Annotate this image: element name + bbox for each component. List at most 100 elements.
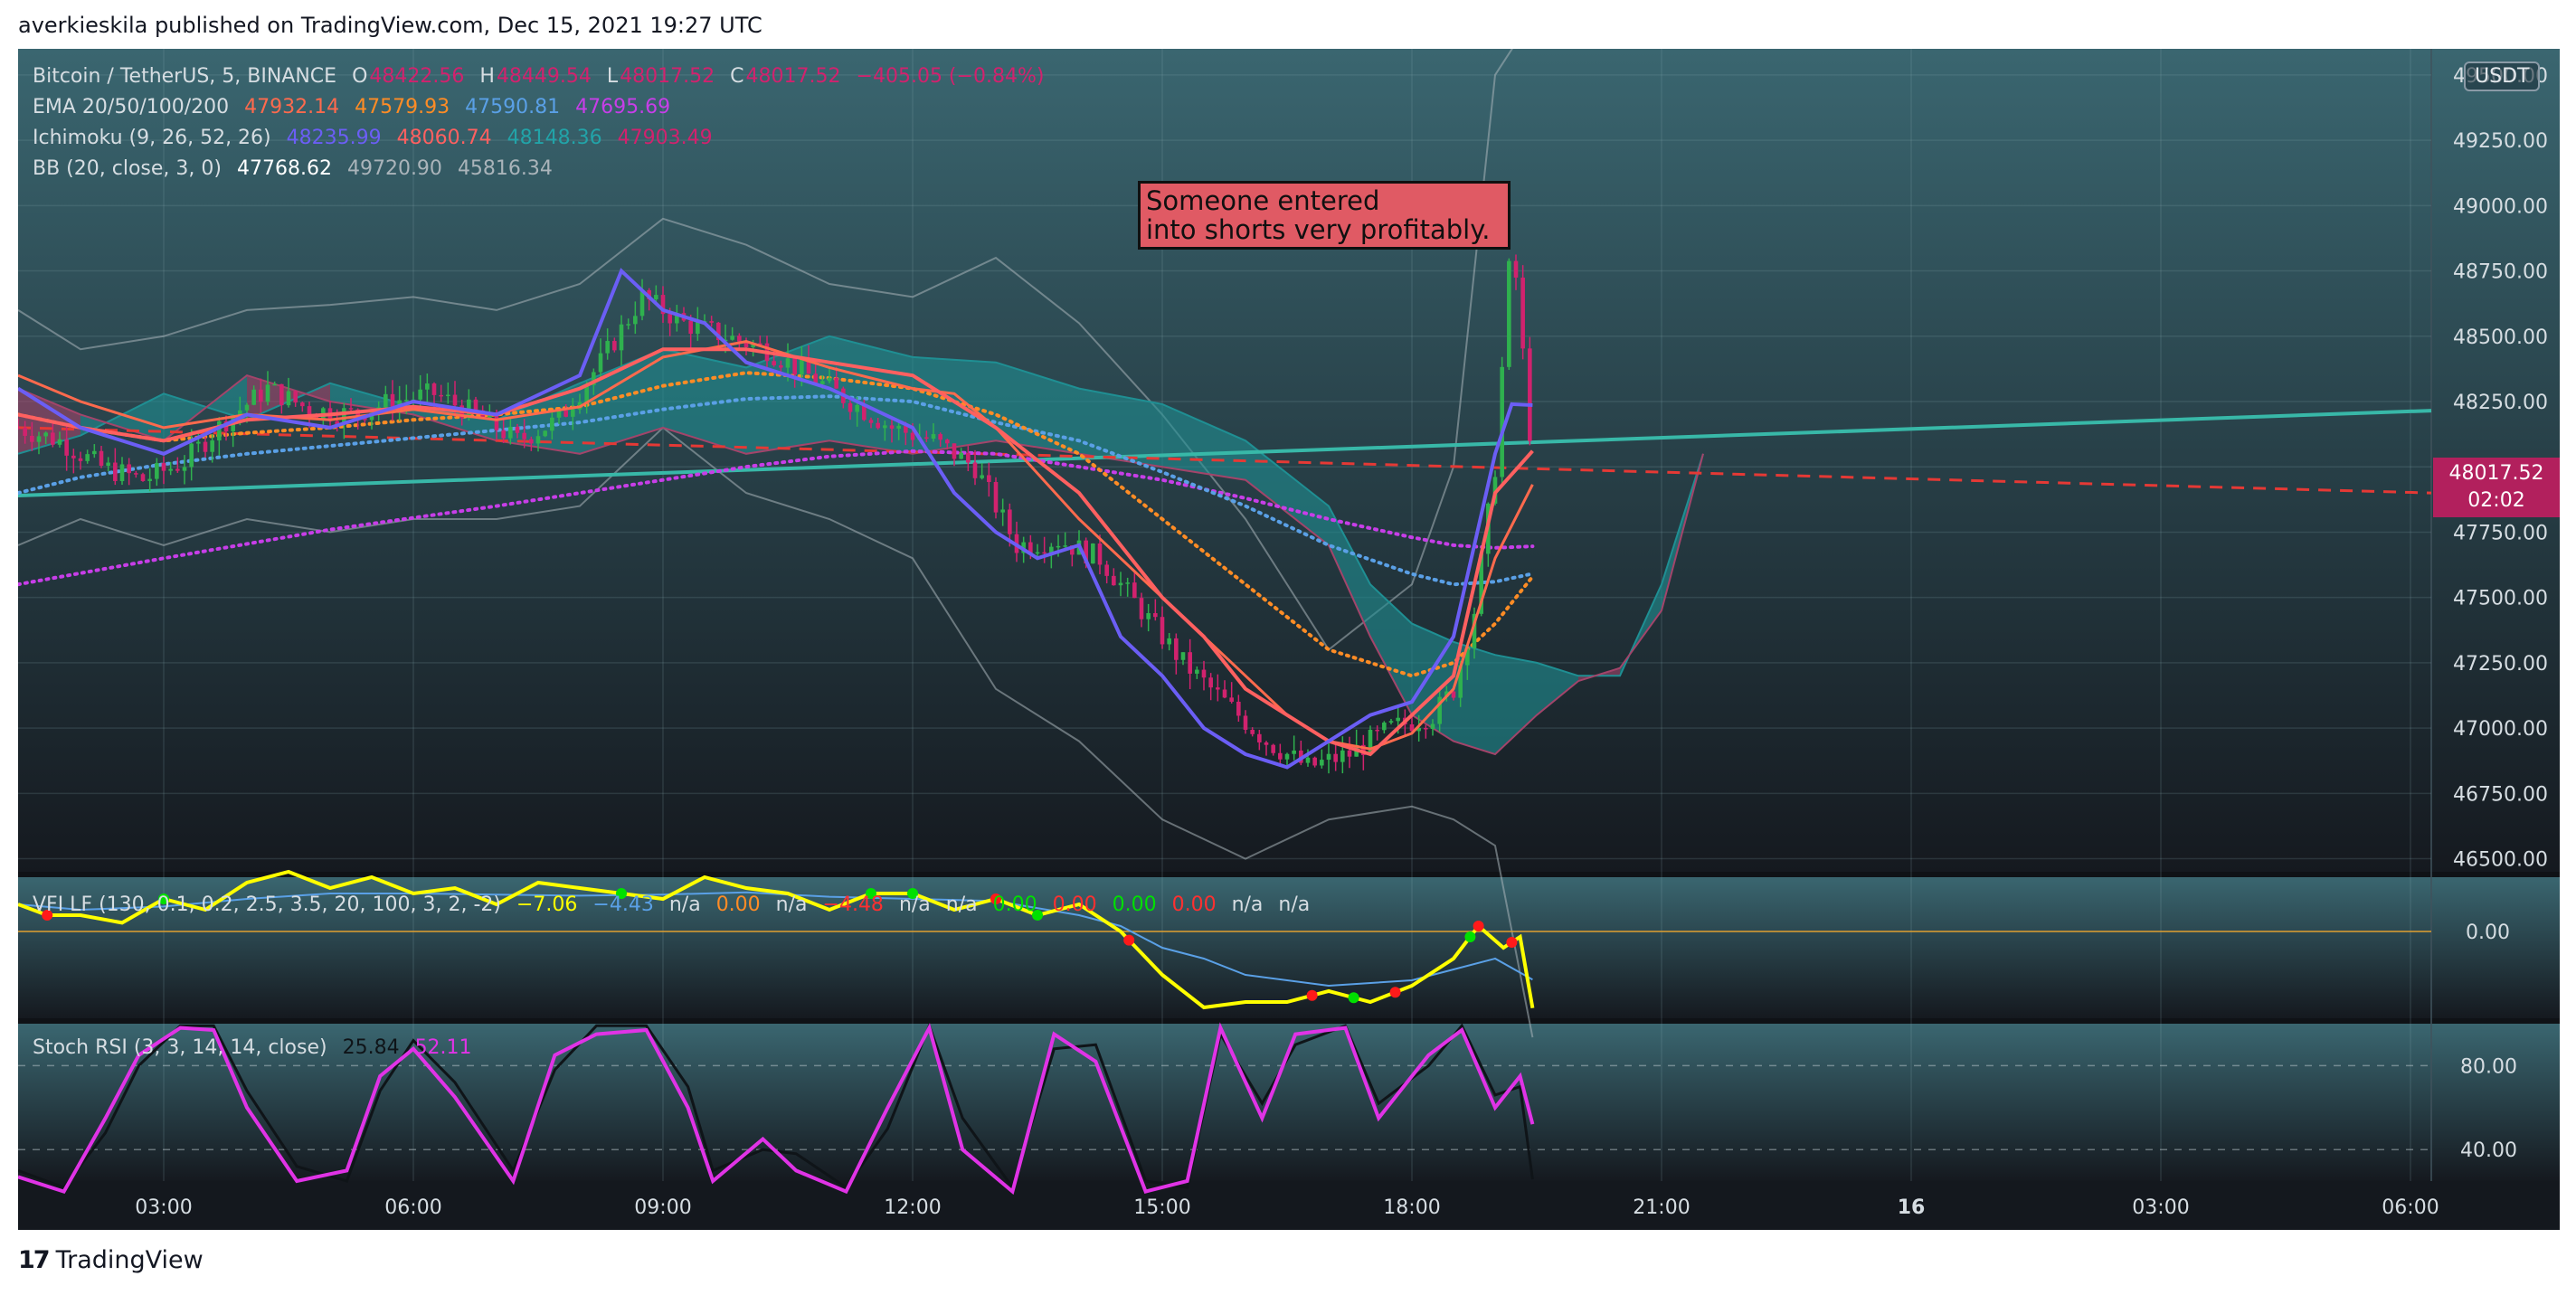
candle-body — [293, 391, 298, 403]
candle-body — [36, 436, 42, 442]
candle-body — [1180, 652, 1186, 660]
currency-badge[interactable]: USDT — [2464, 61, 2541, 91]
candle-body — [203, 441, 208, 452]
legend-stoch[interactable]: Stoch RSI (3, 3, 14, 14, close) 25.84 52… — [33, 1036, 481, 1059]
vfi-value-4: 0.00 — [715, 893, 761, 916]
vfi-value-10: 0.00 — [1052, 893, 1097, 916]
legend-symbol[interactable]: Bitcoin / TetherUS, 5, BINANCE O48422.56… — [33, 65, 1053, 88]
vfi-sell-dot — [1123, 934, 1135, 946]
time-tick-label: 03:00 — [2132, 1196, 2189, 1219]
candle-body — [1513, 260, 1519, 278]
symbol-name[interactable]: Bitcoin / TetherUS, 5, BINANCE — [33, 65, 336, 88]
price-tick-label: 46500.00 — [2453, 849, 2548, 872]
chart-container[interactable]: 46500.00 46750.00 47000.00 47250.00 47500.00… — [18, 49, 2560, 1230]
vfi-value-5: n/a — [775, 893, 808, 916]
candle-body — [1216, 687, 1220, 690]
candle-body — [106, 462, 110, 466]
candle-body — [404, 400, 409, 402]
stoch-name[interactable]: Stoch RSI (3, 3, 14, 14, close) — [33, 1036, 327, 1059]
vfi-value-2: −4.43 — [592, 893, 654, 916]
candle-body — [1375, 729, 1379, 732]
candle-body — [431, 383, 437, 395]
vfi-value-3: n/a — [668, 893, 701, 916]
vfi-value-7: n/a — [898, 893, 931, 916]
time-tick-label: 09:00 — [634, 1196, 691, 1219]
tradingview-logo[interactable]: 17 TradingView — [18, 1246, 204, 1274]
candle-body — [515, 426, 520, 433]
vfi-value-13: n/a — [1231, 893, 1264, 916]
time-tick-label: 12:00 — [884, 1196, 941, 1219]
candle-body — [452, 394, 458, 406]
candle-body — [384, 393, 388, 408]
ema100-value: 47590.81 — [465, 96, 561, 118]
candle-body — [959, 452, 963, 459]
candle-body — [772, 361, 776, 365]
vfi-sell-dot — [1506, 937, 1518, 948]
candle-body — [1507, 260, 1511, 367]
candle-body — [633, 316, 638, 325]
candle-body — [161, 463, 166, 471]
candle-body — [889, 425, 895, 429]
bb-name[interactable]: BB (20, close, 3, 0) — [33, 157, 222, 180]
candle-body — [1153, 613, 1158, 618]
candle-body — [1167, 638, 1171, 645]
vfi-value-9: 0.00 — [992, 893, 1037, 916]
candle-body — [265, 384, 270, 402]
candle-body — [1312, 757, 1317, 766]
candle-body — [855, 404, 859, 412]
close-label: C — [730, 65, 744, 88]
candle-body — [1388, 721, 1394, 723]
legend-vfi[interactable]: VFI LF (130, 0.1, 0.2, 2.5, 3.5, 20, 100… — [33, 893, 1319, 916]
candle-body — [848, 402, 853, 412]
candle-body — [1139, 598, 1144, 619]
vfi-name[interactable]: VFI LF (130, 0.1, 0.2, 2.5, 3.5, 20, 100… — [33, 893, 501, 916]
candle-body — [85, 454, 90, 461]
ema-name[interactable]: EMA 20/50/100/200 — [33, 96, 229, 118]
candle-body — [1430, 723, 1435, 729]
vfi-value-6: −4.48 — [822, 893, 884, 916]
candle-body — [1097, 543, 1103, 565]
candle-body — [1292, 750, 1296, 754]
time-tick-label: 06:00 — [384, 1196, 441, 1219]
candle-body — [1340, 750, 1345, 762]
candle-body — [71, 455, 76, 458]
legend-ema[interactable]: EMA 20/50/100/200 47932.14 47579.93 4759… — [33, 96, 679, 118]
candle-body — [779, 364, 783, 368]
candle-body — [182, 467, 187, 471]
candle-body — [1257, 733, 1262, 742]
candle-body — [1008, 509, 1012, 534]
candle-body — [535, 436, 541, 444]
candle-body — [501, 430, 506, 439]
bar-countdown: 02:02 — [2467, 489, 2525, 512]
tradingview-logo-text: TradingView — [55, 1246, 204, 1274]
candle-body — [931, 434, 936, 440]
annotation-callout[interactable]: Someone entered into shorts very profita… — [1138, 181, 1511, 250]
candle-body — [1271, 744, 1275, 753]
candle-body — [134, 473, 138, 475]
legend-bb[interactable]: BB (20, close, 3, 0) 47768.62 49720.90 4… — [33, 157, 562, 180]
candle-body — [140, 474, 146, 481]
candle-body — [300, 402, 305, 407]
vfi-buy-dot — [1464, 931, 1476, 942]
ichimoku-name[interactable]: Ichimoku (9, 26, 52, 26) — [33, 127, 271, 149]
candle-body — [987, 475, 991, 482]
candle-body — [785, 358, 791, 368]
open-label: O — [352, 65, 368, 88]
ema20-value: 47932.14 — [244, 96, 340, 118]
candle-body — [1243, 715, 1248, 731]
legend-ichimoku[interactable]: Ichimoku (9, 26, 52, 26) 48235.99 48060.… — [33, 127, 722, 149]
ichimoku-cloud-segment — [1454, 641, 1495, 754]
tenkan-value: 48235.99 — [286, 127, 382, 149]
candle-body — [972, 462, 978, 478]
candle-body — [1528, 348, 1532, 441]
candle-body — [952, 443, 957, 459]
vfi-tick-label: 0.00 — [2466, 922, 2510, 944]
candle-body — [668, 314, 672, 324]
vfi-value-12: 0.00 — [1171, 893, 1217, 916]
bb-upper-value: 49720.90 — [346, 157, 442, 180]
candle-body — [605, 341, 610, 354]
candle-body — [654, 295, 658, 300]
candle-body — [1104, 564, 1109, 576]
candle-body — [189, 443, 194, 468]
candle-body — [924, 437, 929, 440]
